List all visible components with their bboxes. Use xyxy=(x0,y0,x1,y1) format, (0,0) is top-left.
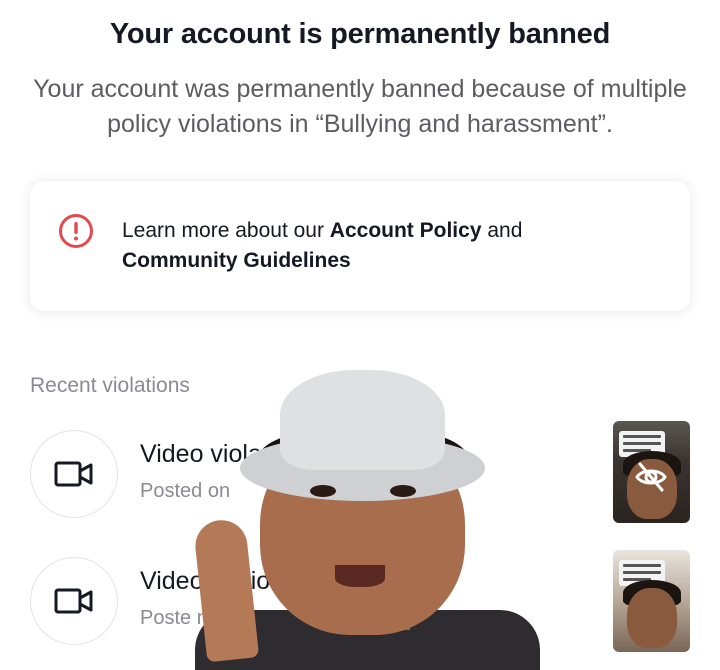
policy-text: Learn more about our Account Policy and … xyxy=(122,216,642,276)
policy-conjunction: and xyxy=(481,219,523,242)
video-icon-circle xyxy=(30,557,118,645)
violation-thumbnail[interactable] xyxy=(613,550,690,652)
video-icon-circle xyxy=(30,430,118,518)
creator-video-overlay xyxy=(192,360,540,670)
page-title: Your account is permanently banned xyxy=(109,18,611,50)
overlay-eye xyxy=(310,485,336,497)
overlay-mouth xyxy=(335,565,385,587)
video-camera-icon xyxy=(54,588,93,614)
thumbnail-face xyxy=(627,588,677,648)
policy-prefix: Learn more about our xyxy=(122,219,330,242)
community-guidelines-link[interactable]: Community Guidelines xyxy=(122,249,351,272)
overlay-eye xyxy=(390,485,416,497)
video-camera-icon xyxy=(54,461,93,487)
eye-off-icon xyxy=(635,462,667,492)
bucket-hat-crown xyxy=(280,370,445,470)
violation-thumbnail[interactable] xyxy=(613,421,690,523)
ban-description: Your account was permanently banned beca… xyxy=(33,75,687,138)
recent-violations-label: Recent violations xyxy=(30,374,190,397)
account-policy-link[interactable]: Account Policy xyxy=(330,219,482,242)
policy-card: Learn more about our Account Policy and … xyxy=(30,181,690,311)
alert-circle-icon xyxy=(59,214,93,248)
